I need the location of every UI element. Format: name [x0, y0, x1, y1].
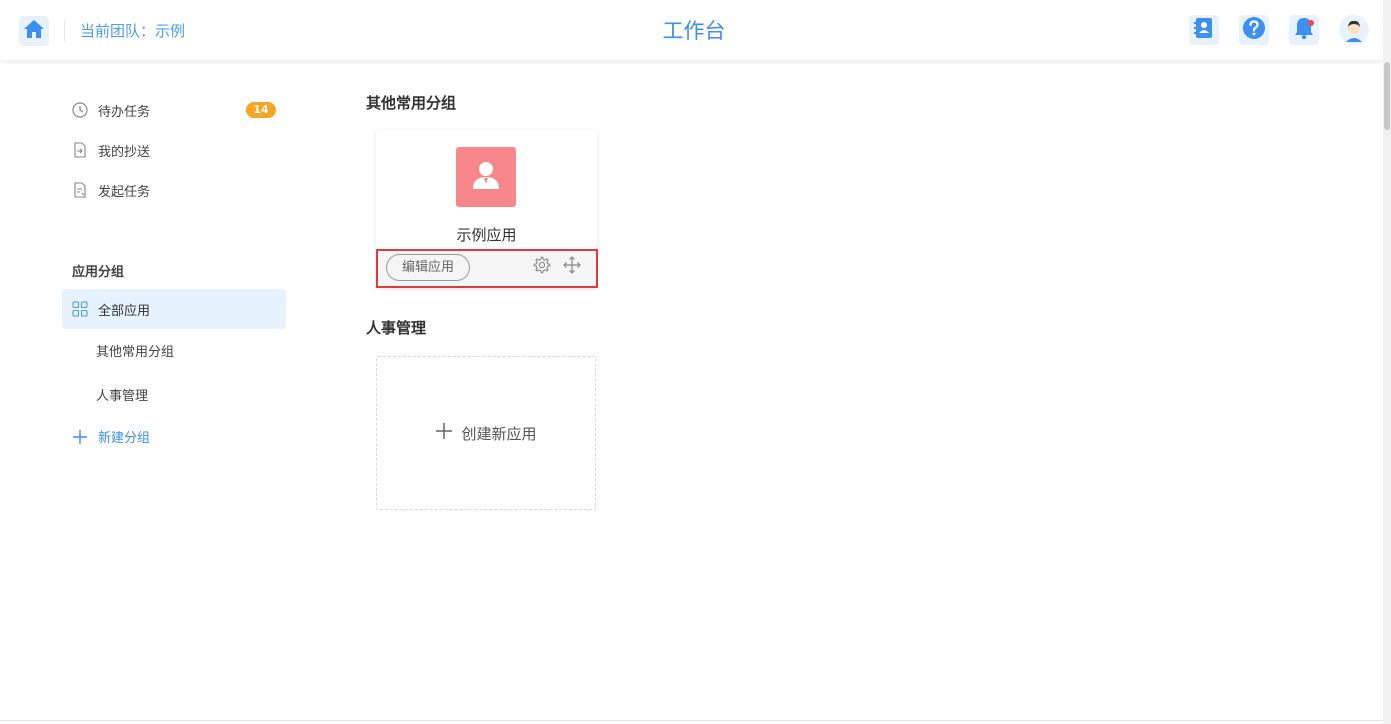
move-arrows-icon — [563, 256, 581, 278]
grid-icon — [72, 301, 88, 317]
edit-app-button[interactable]: 编辑应用 — [386, 254, 470, 281]
app-name: 示例应用 — [456, 226, 517, 244]
sidebar-item-all-apps[interactable]: 全部应用 — [62, 289, 286, 329]
section-title-hr: 人事管理 — [366, 319, 427, 337]
settings-button[interactable] — [533, 256, 551, 278]
sidebar-item-start-task[interactable]: 发起任务 — [72, 180, 150, 200]
contacts-icon — [1194, 17, 1214, 43]
sidebar-item-todo[interactable]: 待办任务 — [72, 100, 150, 120]
move-button[interactable] — [563, 256, 581, 278]
create-app-label: 创建新应用 — [461, 424, 537, 443]
sidebar-item-label: 发起任务 — [98, 184, 151, 200]
sidebar-item-label: 我的抄送 — [98, 144, 151, 160]
app-icon — [456, 147, 516, 207]
app-card-actions: 编辑应用 — [376, 249, 598, 288]
file-forward-icon — [72, 142, 88, 158]
top-header: 当前团队：示例 工作台 — [0, 0, 1383, 61]
sidebar-item-label: 待办任务 — [98, 104, 151, 120]
new-group-button[interactable]: 新建分组 — [72, 427, 150, 446]
notifications-button[interactable] — [1289, 15, 1319, 45]
create-app-button[interactable]: 创建新应用 — [376, 356, 596, 510]
help-icon — [1242, 16, 1266, 44]
vertical-scrollbar-thumb[interactable] — [1384, 62, 1390, 130]
sidebar-item-label: 全部应用 — [98, 303, 151, 319]
help-button[interactable] — [1239, 15, 1269, 45]
plus-icon — [72, 429, 88, 445]
clock-icon — [72, 102, 88, 118]
sidebar-group-hr[interactable]: 人事管理 — [96, 385, 148, 404]
user-icon — [469, 158, 503, 196]
bottom-divider — [0, 720, 1383, 721]
plus-icon — [435, 422, 453, 444]
sidebar-group-common[interactable]: 其他常用分组 — [96, 341, 174, 360]
new-group-label: 新建分组 — [98, 431, 151, 446]
app-group-heading: 应用分组 — [72, 265, 125, 280]
contacts-button[interactable] — [1189, 15, 1219, 45]
page-title: 工作台 — [662, 19, 726, 43]
sidebar-item-cc[interactable]: 我的抄送 — [72, 140, 150, 160]
avatar[interactable] — [1339, 15, 1369, 45]
file-edit-icon — [72, 182, 88, 198]
todo-count-badge: 14 — [246, 102, 276, 118]
gear-icon — [533, 256, 551, 278]
section-title-common: 其他常用分组 — [366, 94, 457, 112]
notification-dot — [1308, 20, 1314, 26]
